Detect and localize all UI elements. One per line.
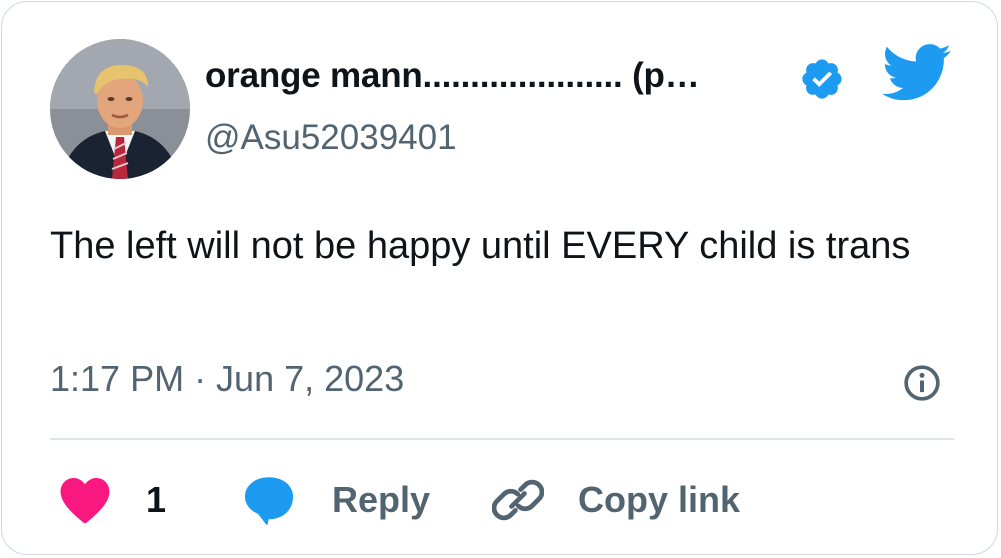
avatar[interactable]	[50, 39, 190, 179]
user-handle[interactable]: @Asu52039401	[205, 118, 457, 158]
copy-link-button[interactable]: Copy link	[492, 472, 740, 528]
avatar-image	[50, 39, 190, 179]
display-name[interactable]: orange mann..................... (p…	[205, 56, 700, 96]
tweet-timestamp[interactable]: 1:17 PM · Jun 7, 2023	[50, 358, 404, 400]
tweet-text: The left will not be happy until EVERY c…	[50, 225, 911, 267]
like-count: 1	[146, 479, 167, 520]
twitter-bird-icon[interactable]	[882, 42, 952, 104]
copy-link-label: Copy link	[578, 479, 741, 520]
heart-icon	[60, 477, 110, 524]
divider	[50, 438, 954, 440]
reply-button[interactable]: Reply	[242, 472, 430, 528]
info-icon[interactable]	[902, 363, 942, 403]
speech-bubble-icon	[244, 477, 294, 525]
tweet-card: orange mann..................... (p… @As…	[1, 1, 998, 555]
link-icon	[492, 479, 544, 521]
like-button[interactable]: 1	[58, 472, 166, 528]
reply-label: Reply	[332, 479, 431, 520]
verified-badge-icon	[802, 59, 842, 99]
